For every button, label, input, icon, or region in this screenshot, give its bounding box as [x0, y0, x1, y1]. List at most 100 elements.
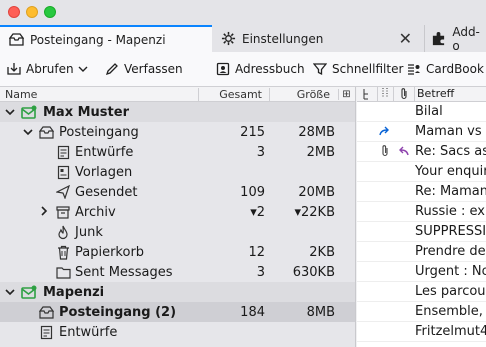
account-row-mapenzi[interactable]: Mapenzi [0, 282, 355, 302]
get-messages-label: Abrufen [26, 62, 74, 76]
chevron-right-icon[interactable] [38, 205, 50, 219]
account-row-max-muster[interactable]: Max Muster [0, 102, 355, 122]
minimize-window-button[interactable] [26, 6, 38, 18]
folder-row-drafts[interactable]: Entwürfe 3 2MB [0, 142, 355, 162]
tab-addons[interactable]: Add-o [424, 24, 486, 53]
inbox-icon [38, 124, 54, 140]
inbox-icon [38, 304, 54, 320]
message-subject: Prendre des [415, 244, 486, 259]
folder-row-sent-messages[interactable]: Sent Messages 3 630KB [0, 262, 355, 282]
folder-total: 184 [240, 304, 265, 320]
address-book-button[interactable]: Adressbuch [215, 59, 305, 79]
cardbook-icon [406, 61, 422, 77]
folder-name: Max Muster [43, 104, 129, 120]
folder-row-inbox[interactable]: Posteingang 215 28MB [0, 122, 355, 142]
cardbook-label: CardBook [426, 62, 484, 76]
message-list: Betreff Bilal Maman vs M Re: Sacs asp Yo… [357, 87, 486, 347]
quick-filter-button[interactable]: Schnellfilter [312, 59, 403, 79]
folder-column-header: Name Gesamt Größe ⊞ [0, 87, 355, 102]
message-subject: Les parcour [415, 284, 486, 299]
folder-size: 28MB [298, 124, 335, 140]
tab-label: Add-o [452, 24, 480, 53]
maximize-window-button[interactable] [44, 6, 56, 18]
attachment-column-icon[interactable] [393, 87, 413, 102]
tab-settings[interactable]: Einstellungen ✕ [212, 25, 420, 52]
column-subject[interactable]: Betreff [414, 87, 454, 102]
column-size[interactable]: Größe [269, 87, 335, 101]
column-name[interactable]: Name [5, 88, 37, 101]
folder-row-inbox-mapenzi[interactable]: Posteingang (2) 184 8MB [0, 302, 355, 322]
folder-total: 3 [256, 264, 265, 280]
send-icon [55, 184, 71, 200]
folder-size: 8MB [306, 304, 335, 320]
folder-row-trash[interactable]: Papierkorb 12 2KB [0, 242, 355, 262]
folder-row-archive[interactable]: Archiv ▾2 ▾22KB [0, 202, 355, 222]
folder-name: Papierkorb [75, 244, 145, 260]
message-row[interactable]: Ensemble, s [357, 302, 486, 322]
folder-name: Gesendet [75, 184, 138, 200]
cardbook-button[interactable]: CardBook [406, 59, 484, 79]
main-toolbar: Abrufen Verfassen Adressbuch Schnellfilt… [0, 52, 486, 87]
folder-size: ▾22KB [294, 204, 335, 220]
message-row[interactable]: Maman vs M [357, 122, 486, 142]
folder-name: Junk [75, 224, 103, 240]
folder-name: Archiv [75, 204, 116, 220]
folder-name: Posteingang (2) [59, 304, 177, 320]
attachment-icon [377, 144, 393, 160]
chevron-down-icon[interactable] [4, 286, 16, 299]
folder-name: Mapenzi [43, 284, 105, 300]
folder-total: 109 [240, 184, 265, 200]
tab-inbox[interactable]: Posteingang - Mapenzi [0, 25, 212, 52]
folder-size: 2KB [309, 244, 335, 260]
flame-icon [55, 224, 71, 240]
message-row[interactable]: Bilal [357, 102, 486, 122]
folder-name: Entwürfe [59, 324, 118, 340]
folder-row-sent[interactable]: Gesendet 109 20MB [0, 182, 355, 202]
message-row[interactable]: SUPPRESSIC [357, 222, 486, 242]
message-subject: Re: Sacs asp [415, 144, 486, 159]
message-row[interactable]: Your enquir [357, 162, 486, 182]
column-picker-icon[interactable]: ⊞ [338, 88, 354, 100]
gear-icon [220, 31, 236, 47]
close-window-button[interactable] [8, 6, 20, 18]
close-tab-icon[interactable]: ✕ [399, 29, 412, 48]
message-row[interactable]: Fritzelmut4 [357, 322, 486, 342]
message-subject: Your enquir [415, 164, 486, 179]
message-subject: Re: Maman [415, 184, 486, 199]
column-total[interactable]: Gesamt [198, 87, 266, 101]
folder-pane: Name Gesamt Größe ⊞ Max Muster Posteinga… [0, 87, 356, 347]
account-icon [21, 104, 37, 120]
compose-label: Verfassen [124, 62, 183, 76]
forwarded-icon [377, 125, 393, 139]
quick-filter-label: Schnellfilter [332, 62, 404, 76]
message-row[interactable]: Re: Sacs asp [357, 142, 486, 162]
message-row[interactable]: Les parcour [357, 282, 486, 302]
chevron-down-icon[interactable] [22, 126, 34, 139]
thread-column-icon[interactable] [362, 88, 370, 103]
compose-button[interactable]: Verfassen [104, 59, 183, 79]
folder-total: 3 [256, 144, 265, 160]
tab-label: Posteingang - Mapenzi [30, 32, 166, 47]
window-controls [8, 6, 56, 18]
folder-row-drafts-mapenzi[interactable]: Entwürfe [0, 322, 355, 342]
pencil-icon [104, 61, 120, 77]
message-row[interactable]: Re: Maman [357, 182, 486, 202]
message-subject: Fritzelmut4 [415, 324, 486, 339]
message-row[interactable]: Russie : exi [357, 202, 486, 222]
folder-row-junk[interactable]: Junk [0, 222, 355, 242]
tab-bar: Posteingang - Mapenzi Einstellungen ✕ Ad… [0, 0, 486, 53]
get-messages-dropdown[interactable] [78, 59, 88, 79]
folder-size: 2MB [306, 144, 335, 160]
folder-row-templates[interactable]: Vorlagen [0, 162, 355, 182]
message-row[interactable]: Prendre des [357, 242, 486, 262]
folder-total: 215 [240, 124, 265, 140]
message-row[interactable]: Urgent : No [357, 262, 486, 282]
archive-icon [55, 204, 71, 220]
address-book-label: Adressbuch [235, 62, 305, 76]
get-messages-button[interactable]: Abrufen [6, 59, 74, 79]
inbox-icon [8, 32, 24, 48]
folder-name: Vorlagen [75, 164, 133, 180]
chevron-down-icon[interactable] [4, 106, 16, 119]
status-column-icon[interactable] [377, 87, 391, 102]
message-subject: Maman vs M [415, 124, 486, 139]
